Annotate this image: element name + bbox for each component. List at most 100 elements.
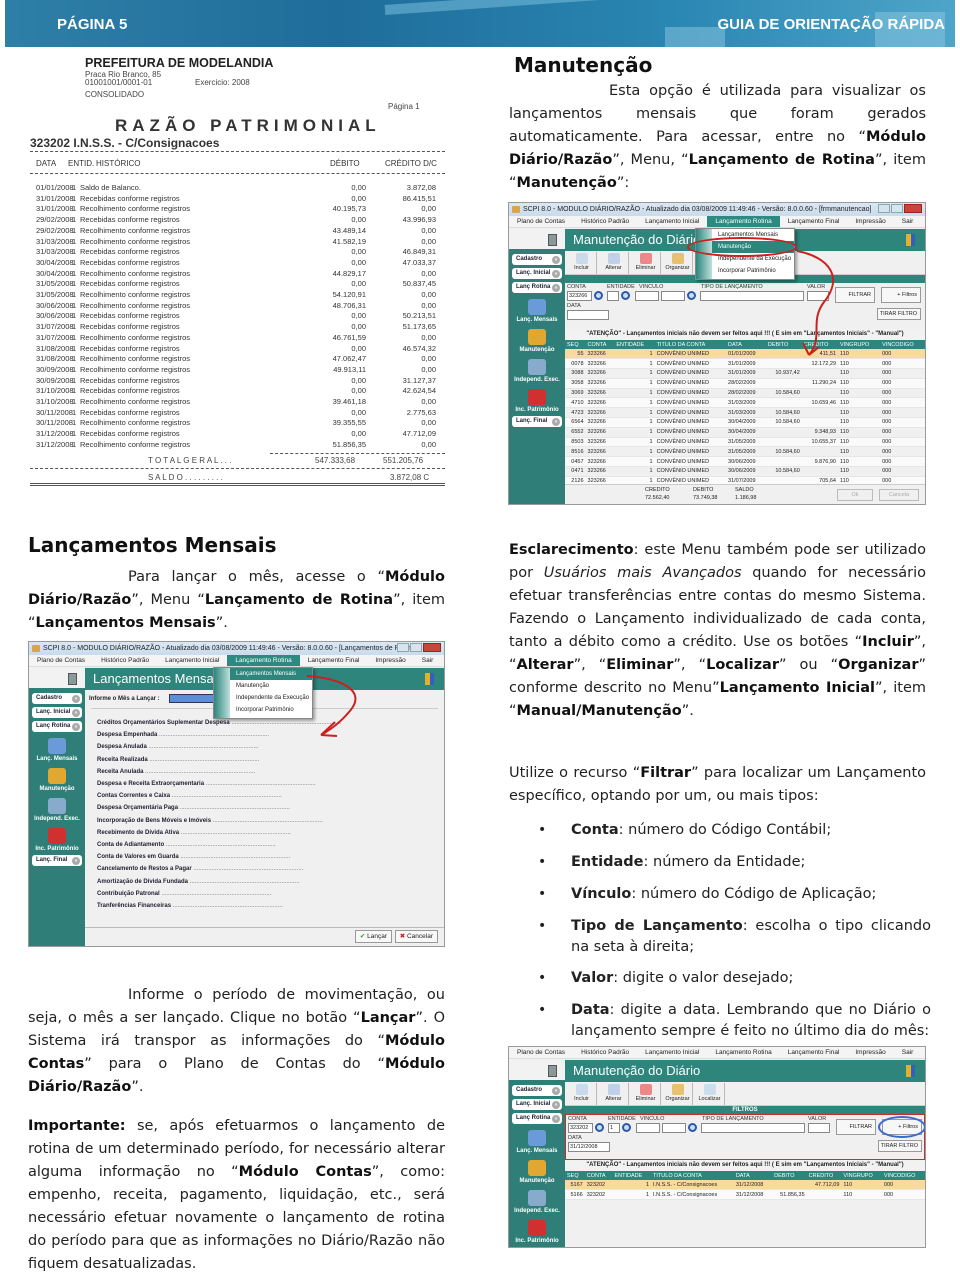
sidebar-item-manutencao[interactable]: Manutenção — [509, 1178, 565, 1184]
sidebar-group-lanc-rotina[interactable]: Lanç Rotina» — [512, 1113, 562, 1124]
close-button[interactable] — [423, 643, 441, 652]
sidebar-group-lanc-final[interactable]: Lanç. Final» — [512, 416, 562, 427]
entidade-input[interactable] — [607, 291, 619, 301]
mais-filtros-button[interactable]: + Filtros — [881, 287, 921, 303]
grid-column-header[interactable]: VINGRUPO — [841, 1171, 882, 1180]
search-icon[interactable] — [622, 1123, 631, 1132]
vinculo-grupo-input[interactable] — [636, 1123, 660, 1133]
eliminar-button[interactable]: Eliminar — [631, 1083, 661, 1105]
menu-lancamento-rotina[interactable]: Lançamento Rotina — [707, 1047, 779, 1058]
grid-column-header[interactable]: SEQ — [565, 1171, 585, 1180]
menu-sair[interactable]: Sair — [894, 216, 922, 227]
grid-column-header[interactable]: DATA — [726, 340, 766, 349]
grid-column-header[interactable]: DEBITO — [772, 1171, 807, 1180]
sidebar-group-lanc-inicial[interactable]: Lanç. Inicial» — [512, 268, 562, 279]
hand-icon[interactable] — [528, 359, 546, 375]
sidebar-item-independ-exec[interactable]: Independ. Exec. — [509, 1208, 565, 1214]
menu-plano-contas[interactable]: Plano de Contas — [509, 216, 573, 227]
grid-row[interactable]: 8516 323266 1 CONVÊNIO UNIMED 31/05/2009 10.5… — [565, 446, 925, 458]
tirar-filtro-button[interactable]: TIRAR FILTRO — [877, 308, 921, 320]
valor-input[interactable] — [807, 291, 829, 301]
sidebar-group-cadastro[interactable]: Cadastro» — [512, 254, 562, 265]
sidebar-group-lanc-inicial[interactable]: Lanç. Inicial» — [512, 1099, 562, 1110]
sidebar-item-lanc-mensais[interactable]: Lanç. Mensais — [509, 317, 565, 323]
sidebar-item-independ-exec[interactable]: Independ. Exec. — [509, 377, 565, 383]
grid-row[interactable]: 55 323266 1 CONVÊNIO UNIMED 01/01/2009 411,51… — [565, 349, 925, 360]
sidebar-group-lanc-inicial[interactable]: Lanç. Inicial» — [32, 707, 82, 718]
hand-icon[interactable] — [48, 798, 66, 814]
grid-column-header[interactable]: ENTIDADE — [614, 340, 655, 349]
grid-row[interactable]: 4710 323266 1 CONVÊNIO UNIMED 31/03/2009 10.6… — [565, 397, 925, 409]
menu-lancamento-inicial[interactable]: Lançamento Inicial — [157, 655, 227, 666]
menu-lancamento-final[interactable]: Lançamento Final — [300, 655, 368, 666]
menu-lancamento-inicial[interactable]: Lançamento Inicial — [637, 1047, 707, 1058]
organizar-button[interactable]: Organizar — [663, 252, 693, 274]
sidebar-group-cadastro[interactable]: Cadastro» — [32, 693, 82, 704]
menu-impressao[interactable]: Impressão — [847, 216, 893, 227]
grid-column-header[interactable]: CONTA — [585, 340, 615, 349]
menu-lancamento-rotina[interactable]: Lançamento Rotina — [707, 216, 780, 227]
search-icon[interactable] — [595, 1123, 604, 1132]
sidebar-item-manutencao[interactable]: Manutenção — [509, 347, 565, 353]
vinculo-grupo-input[interactable] — [635, 291, 659, 301]
grid-column-header[interactable]: CREDITO — [801, 340, 838, 349]
maximize-button[interactable] — [410, 643, 422, 652]
alterar-button[interactable]: Alterar — [599, 1083, 629, 1105]
search-icon[interactable] — [687, 291, 696, 300]
entidade-input[interactable]: 1 — [608, 1123, 620, 1133]
filtrar-button[interactable]: FILTRAR — [835, 287, 875, 303]
grid-column-header[interactable]: VINCODIGO — [880, 340, 925, 349]
maintenance-icon[interactable] — [528, 329, 546, 345]
data-input[interactable] — [567, 310, 609, 320]
menu-impressao[interactable]: Impressão — [367, 655, 413, 666]
exit-icon[interactable] — [425, 673, 434, 685]
ok-button[interactable]: Ok — [837, 489, 873, 501]
grid-column-header[interactable]: TITULO DA CONTA — [651, 1171, 734, 1180]
calendar-icon[interactable] — [528, 299, 546, 315]
tipo-lancamento-select[interactable] — [701, 1123, 805, 1133]
lancar-button[interactable]: ✔ Lançar — [354, 930, 392, 943]
menu-lancamento-rotina[interactable]: Lançamento Rotina — [227, 655, 300, 666]
calculator-icon[interactable] — [548, 1065, 557, 1077]
alterar-button[interactable]: Alterar — [599, 252, 629, 274]
menu-help[interactable]: ? — [921, 1047, 925, 1058]
menu-lancamento-inicial[interactable]: Lançamento Inicial — [637, 216, 707, 227]
menu-impressao[interactable]: Impressão — [847, 1047, 893, 1058]
grid-row[interactable]: 4723 323266 1 CONVÊNIO UNIMED 31/03/2009 10.5… — [565, 407, 925, 419]
conta-input[interactable]: 323266 — [567, 291, 592, 301]
grid-column-header[interactable]: SEQ — [565, 340, 586, 349]
filtrar-button[interactable]: FILTRAR — [836, 1119, 876, 1135]
incluir-button[interactable]: Incluir — [567, 252, 597, 274]
sidebar-group-cadastro[interactable]: Cadastro» — [512, 1085, 562, 1096]
grid-row[interactable]: 0471 323266 1 CONVÊNIO UNIMED 30/06/2009 10.5… — [565, 466, 925, 477]
organizar-button[interactable]: Organizar — [663, 1083, 693, 1105]
minimize-button[interactable] — [397, 643, 409, 652]
minimize-button[interactable] — [878, 204, 890, 213]
menu-historico-padrao[interactable]: Histórico Padrão — [573, 1047, 637, 1058]
sidebar-item-independ-exec[interactable]: Independ. Exec. — [29, 816, 85, 822]
grid-row[interactable]: 5167 323202 1 I.N.S.S. - C/Consignacoes 31/1… — [565, 1180, 925, 1191]
grid-column-header[interactable]: ENTIDADE — [612, 1171, 652, 1180]
grid-column-header[interactable]: DEBITO — [765, 340, 802, 349]
vinculo-codigo-input[interactable] — [661, 291, 685, 301]
menu-help[interactable]: ? — [441, 655, 444, 666]
data-input[interactable]: 31/12/2008 — [568, 1142, 610, 1152]
tipo-lancamento-select[interactable] — [700, 291, 804, 301]
localizar-button[interactable]: Localizar — [695, 1083, 725, 1105]
maximize-button[interactable] — [891, 204, 903, 213]
menu-historico-padrao[interactable]: Histórico Padrão — [573, 216, 637, 227]
conta-input[interactable]: 323202 — [568, 1123, 593, 1133]
menu-lancamento-final[interactable]: Lançamento Final — [780, 216, 848, 227]
grid-column-header[interactable]: VINGRUPO — [838, 340, 881, 349]
calculator-icon[interactable] — [548, 234, 557, 246]
sidebar-group-lanc-final[interactable]: Lanç. Final» — [512, 1247, 562, 1248]
menu-sair[interactable]: Sair — [414, 655, 442, 666]
close-button[interactable] — [904, 204, 922, 213]
sidebar-group-lanc-rotina[interactable]: Lanç Rotina» — [32, 721, 82, 732]
grid-column-header[interactable]: CONTA — [584, 1171, 613, 1180]
search-icon[interactable] — [688, 1123, 697, 1132]
patrimony-icon[interactable] — [528, 389, 546, 405]
grid-column-header[interactable]: DATA — [733, 1171, 773, 1180]
sidebar-item-manutencao[interactable]: Manutenção — [29, 786, 85, 792]
maintenance-icon[interactable] — [528, 1160, 546, 1176]
